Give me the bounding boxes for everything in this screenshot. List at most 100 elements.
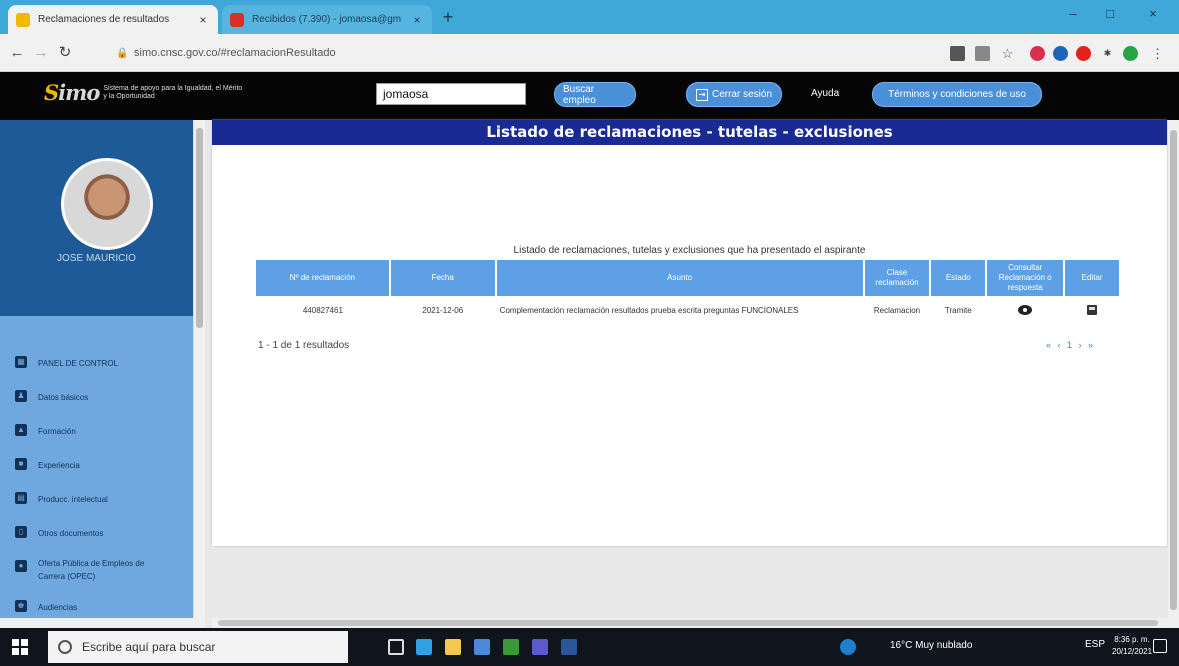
lock-icon: 🔒 bbox=[116, 48, 129, 59]
key-icon[interactable] bbox=[950, 46, 965, 61]
sidebar-menu: ▦ PANEL DE CONTROL ♟ Datos básicos ▲ For… bbox=[0, 316, 193, 628]
reload-icon[interactable]: ↻ bbox=[54, 43, 76, 63]
close-window-button[interactable]: × bbox=[1138, 6, 1168, 26]
simo-logo[interactable]: Simo Sistema de apoyo para la Igualdad, … bbox=[44, 80, 243, 105]
globe-icon: ● bbox=[15, 560, 27, 572]
column-header: Nº de reclamación bbox=[256, 260, 391, 296]
search-input[interactable]: jomaosa bbox=[376, 83, 526, 105]
cerrar-sesion-label: Cerrar sesión bbox=[711, 89, 773, 100]
sidebar: JOSE MAURICIO ▦ PANEL DE CONTROL ♟ Datos… bbox=[0, 120, 193, 628]
task-view-icon[interactable] bbox=[388, 639, 404, 655]
taskbar-search[interactable]: Escribe aquí para buscar bbox=[48, 631, 348, 663]
cell-fecha: 2021-12-06 bbox=[422, 306, 464, 315]
ayuda-link[interactable]: Ayuda bbox=[811, 88, 839, 99]
briefcase-icon: ■ bbox=[15, 458, 27, 470]
column-header: Fecha bbox=[389, 260, 497, 296]
main-content: Listado de reclamaciones - tutelas - exc… bbox=[212, 120, 1167, 546]
close-tab-icon[interactable]: × bbox=[410, 13, 424, 27]
edge-icon[interactable] bbox=[416, 639, 432, 655]
language-indicator[interactable]: ESP bbox=[1085, 639, 1105, 650]
graduation-cap-icon: ▲ bbox=[15, 424, 27, 436]
dashboard-icon: ▦ bbox=[15, 356, 27, 368]
address-bar[interactable]: 🔒 simo.cnsc.gov.co/#reclamacionResultado bbox=[104, 40, 884, 66]
chrome-icon[interactable] bbox=[503, 639, 519, 655]
results-count: 1 - 1 de 1 resultados bbox=[258, 340, 350, 351]
word-icon[interactable] bbox=[561, 639, 577, 655]
extension-icon[interactable] bbox=[1030, 46, 1045, 61]
app-icon[interactable] bbox=[532, 639, 548, 655]
user-name: JOSE MAURICIO bbox=[57, 253, 136, 264]
sidebar-item-label: Datos básicos bbox=[38, 392, 89, 402]
sidebar-item-produccion-intelectual[interactable]: ▤ Producc. intelectual bbox=[0, 482, 193, 516]
tab-title: Reclamaciones de resultados bbox=[38, 14, 170, 25]
clock-time: 8:36 p. m. bbox=[1114, 635, 1150, 644]
cell-editar bbox=[1064, 296, 1120, 326]
gmail-favicon-icon bbox=[230, 12, 244, 27]
avatar bbox=[61, 158, 153, 250]
sidebar-item-label: PANEL DE CONTROL bbox=[38, 358, 119, 368]
sidebar-item-label: Formación bbox=[38, 426, 76, 436]
maximize-button[interactable]: □ bbox=[1095, 6, 1125, 26]
minimize-button[interactable]: – bbox=[1058, 6, 1088, 26]
translate-icon[interactable] bbox=[975, 46, 990, 61]
sidebar-horizontal-scrollbar[interactable] bbox=[0, 618, 205, 628]
logo-mark: Simo bbox=[44, 80, 100, 105]
column-header: Estado bbox=[930, 260, 988, 296]
book-icon: ▤ bbox=[15, 492, 27, 504]
table-caption: Listado de reclamaciones, tutelas y excl… bbox=[513, 245, 866, 256]
sidebar-item-datos-basicos[interactable]: ♟ Datos básicos bbox=[0, 380, 193, 414]
tab-title: Recibidos (7.390) - jomaosa@gm bbox=[252, 14, 402, 25]
site-header: Simo Sistema de apoyo para la Igualdad, … bbox=[0, 72, 1179, 120]
users-icon: ♟ bbox=[15, 390, 27, 402]
main-horizontal-scrollbar[interactable] bbox=[212, 618, 1168, 628]
close-tab-icon[interactable]: × bbox=[196, 13, 210, 27]
sidebar-item-label: Audiencias bbox=[38, 602, 78, 612]
logo-tagline: Sistema de apoyo para la Igualdad, el Mé… bbox=[103, 84, 243, 100]
back-icon[interactable]: ← bbox=[6, 43, 28, 63]
column-header: Asunto bbox=[495, 260, 865, 296]
puzzle-icon[interactable]: ✱ bbox=[1100, 46, 1115, 61]
clock[interactable]: 8:36 p. m. 20/12/2021 bbox=[1112, 634, 1152, 658]
buscar-empleo-button[interactable]: Buscar empleo bbox=[554, 82, 636, 107]
main-scrollbar[interactable] bbox=[1168, 120, 1179, 628]
profile-panel: JOSE MAURICIO bbox=[0, 120, 193, 316]
profile-avatar-icon[interactable] bbox=[1123, 46, 1138, 61]
sidebar-item-experiencia[interactable]: ■ Experiencia bbox=[0, 448, 193, 482]
bookmark-star-icon[interactable]: ☆ bbox=[1000, 46, 1015, 61]
sidebar-item-formacion[interactable]: ▲ Formación bbox=[0, 414, 193, 448]
opera-icon[interactable] bbox=[1076, 46, 1091, 61]
forward-icon[interactable]: → bbox=[30, 43, 52, 63]
windows-start-icon[interactable] bbox=[12, 639, 28, 655]
document-icon: ▯ bbox=[15, 526, 27, 538]
scrollbar-thumb[interactable] bbox=[218, 620, 1158, 626]
edit-save-icon[interactable] bbox=[1087, 304, 1098, 315]
audience-icon: ♚ bbox=[15, 600, 27, 612]
file-explorer-icon[interactable] bbox=[445, 639, 461, 655]
store-icon[interactable] bbox=[474, 639, 490, 655]
scrollbar-thumb[interactable] bbox=[1170, 130, 1177, 610]
column-header: Editar bbox=[1064, 260, 1121, 296]
weather-widget[interactable]: 16°C Muy nublado bbox=[890, 640, 972, 651]
cerrar-sesion-button[interactable]: ⇥ Cerrar sesión bbox=[686, 82, 782, 107]
logout-icon: ⇥ bbox=[695, 88, 708, 101]
taskbar-search-placeholder: Escribe aquí para buscar bbox=[82, 640, 216, 654]
notifications-icon[interactable] bbox=[1153, 639, 1167, 653]
app-icon[interactable] bbox=[840, 639, 856, 655]
sidebar-scrollbar[interactable] bbox=[193, 120, 205, 628]
menu-kebab-icon[interactable]: ⋮ bbox=[1150, 46, 1165, 61]
cell-numero: 440827461 bbox=[302, 306, 343, 315]
sidebar-item-opec[interactable]: ● Oferta Pública de Empleos de Carrera (… bbox=[0, 550, 193, 590]
sidebar-item-panel-de-control[interactable]: ▦ PANEL DE CONTROL bbox=[0, 346, 193, 380]
new-tab-button[interactable]: + bbox=[438, 8, 458, 28]
browser-tab-reclamaciones[interactable]: Reclamaciones de resultados × bbox=[8, 5, 218, 34]
scrollbar-thumb[interactable] bbox=[196, 128, 203, 328]
sidebar-item-label: Oferta Pública de Empleos de Carrera (OP… bbox=[38, 559, 145, 581]
extension-icon[interactable] bbox=[1053, 46, 1068, 61]
table-header-row: Nº de reclamación Fecha Asunto Clase rec… bbox=[256, 260, 1121, 296]
sidebar-item-otros-documentos[interactable]: ▯ Otros documentos bbox=[0, 516, 193, 550]
browser-tab-gmail[interactable]: Recibidos (7.390) - jomaosa@gm × bbox=[222, 5, 432, 34]
terminos-button[interactable]: Términos y condiciones de uso bbox=[872, 82, 1042, 107]
cell-consultar bbox=[986, 296, 1064, 326]
pagination[interactable]: « ‹ 1 › » bbox=[1046, 340, 1095, 350]
view-eye-icon[interactable] bbox=[1018, 304, 1033, 315]
